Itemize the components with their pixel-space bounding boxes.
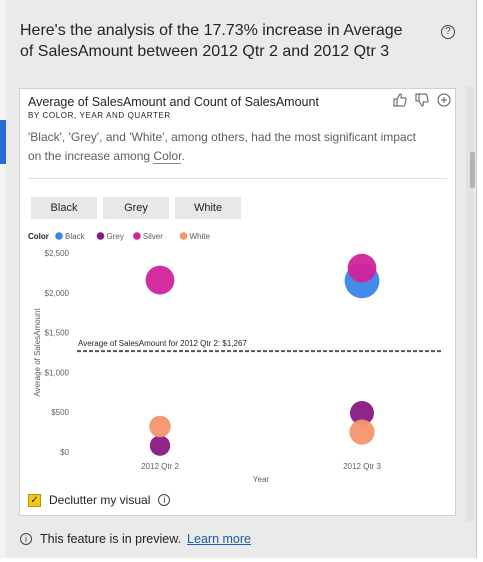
legend-marker-silver [133, 232, 141, 240]
data-point-silver [347, 253, 377, 283]
tab-grey[interactable]: Grey [103, 197, 169, 219]
thumbs-down-icon[interactable] [415, 93, 429, 107]
legend-label-black: Black [65, 232, 86, 241]
info-icon: i [20, 533, 32, 545]
legend-marker-white [179, 232, 188, 240]
panel-title: Here's the analysis of the 17.73% increa… [20, 22, 403, 60]
legend-label-grey: Grey [107, 232, 124, 241]
add-icon[interactable] [437, 93, 451, 107]
legend-marker-black [55, 232, 63, 240]
legend-title: Color [28, 232, 49, 241]
y-tick-label: $2,500 [45, 249, 70, 258]
preview-text: This feature is in preview. [40, 532, 182, 546]
explanation-text: 'Black', 'Grey', and 'White', among othe… [28, 130, 416, 163]
left-edge-accent [0, 120, 6, 164]
tab-black[interactable]: Black [31, 197, 97, 219]
learn-more-link[interactable]: Learn more [187, 532, 251, 546]
thumbs-up-icon[interactable] [393, 93, 407, 107]
left-edge-strip [0, 0, 6, 558]
y-tick-label: $0 [60, 448, 69, 457]
reference-line-label: Average of SalesAmount for 2012 Qtr 2: $… [78, 339, 247, 348]
x-tick-label: 2012 Qtr 3 [343, 462, 381, 471]
declutter-label: Declutter my visual [49, 493, 151, 507]
preview-footer: i This feature is in preview. Learn more [20, 531, 251, 547]
legend-label-silver: Silver [143, 232, 163, 241]
card-subtitle: BY COLOR, YEAR AND QUARTER [28, 111, 171, 120]
scrollbar-thumb[interactable] [470, 152, 475, 188]
scatter-chart: Color Black Grey Silver White $0 $500 $1,000 $1,… [28, 232, 443, 484]
tab-white[interactable]: White [175, 197, 241, 219]
declutter-checkbox[interactable]: ✓ [28, 493, 41, 507]
y-tick-label: $500 [51, 408, 69, 417]
x-axis-title: Year [253, 475, 270, 484]
legend-label-white: White [190, 232, 211, 241]
declutter-control: ✓ Declutter my visual i [28, 492, 171, 508]
data-point-silver [145, 265, 175, 295]
y-tick-label: $1,500 [45, 329, 70, 338]
color-field-link[interactable]: Color [153, 149, 182, 164]
info-icon[interactable]: i [158, 494, 171, 506]
card-divider [28, 178, 447, 179]
data-point-white [149, 415, 171, 438]
data-point-grey [149, 435, 171, 456]
help-icon[interactable]: ? [441, 25, 455, 39]
card-title: Average of SalesAmount and Count of Sale… [28, 95, 319, 109]
x-tick-label: 2012 Qtr 2 [141, 462, 179, 471]
y-tick-label: $2,000 [45, 289, 70, 298]
explanation-suffix: . [181, 149, 185, 163]
data-point-white [349, 419, 375, 445]
insight-explanation: 'Black', 'Grey', and 'White', among othe… [28, 128, 428, 166]
y-tick-label: $1,000 [45, 368, 70, 377]
legend-marker-grey [96, 232, 105, 240]
y-axis-title: Average of SalesAmount [33, 308, 42, 397]
card-actions [393, 93, 451, 107]
